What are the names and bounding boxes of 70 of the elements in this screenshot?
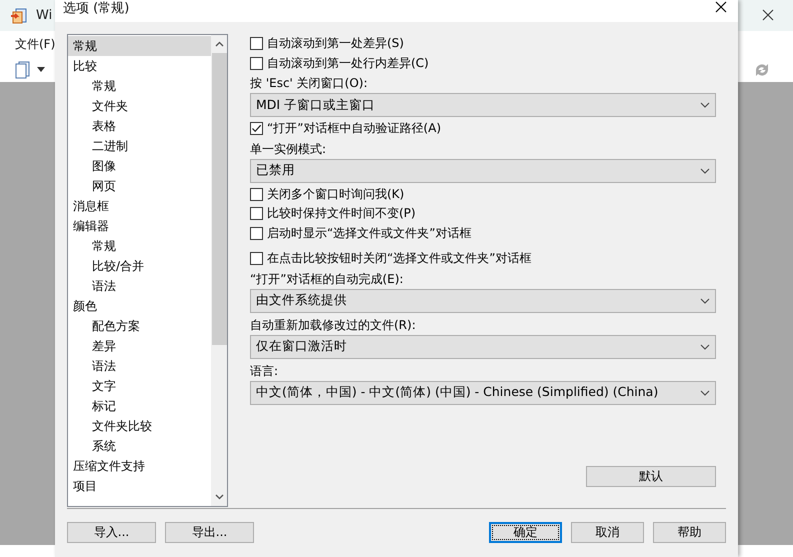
checkbox[interactable] — [250, 207, 263, 220]
chevron-down-icon — [700, 390, 710, 396]
checkbox-label[interactable]: “打开”对话框中自动验证路径(A) — [267, 120, 442, 138]
tree-item[interactable]: 消息框 — [68, 196, 211, 216]
close-icon[interactable] — [762, 9, 774, 21]
tree-item[interactable]: 网页 — [68, 176, 211, 196]
tree-item[interactable]: 二进制 — [68, 136, 211, 156]
tree-item[interactable]: 系统 — [68, 436, 211, 456]
scroll-down-icon[interactable] — [214, 494, 224, 500]
dropdown[interactable]: 已禁用 — [250, 158, 716, 182]
tree-item[interactable]: 文件夹 — [68, 96, 211, 116]
tree-item[interactable]: 图像 — [68, 156, 211, 176]
dropdown[interactable]: MDI 子窗口或主窗口 — [250, 93, 716, 117]
default-button[interactable]: 默认 — [586, 466, 716, 487]
chevron-down-icon — [700, 298, 710, 304]
app-icon — [10, 6, 28, 24]
dialog-button[interactable]: 确定 — [489, 522, 562, 543]
chevron-down-icon — [700, 344, 710, 350]
scroll-up-icon[interactable] — [214, 41, 224, 47]
dropdown-icon[interactable] — [37, 67, 45, 72]
close-icon[interactable] — [715, 1, 727, 13]
checkbox-label[interactable]: 在点击比较按钮时关闭“选择文件或文件夹”对话框 — [267, 250, 532, 268]
tree-item[interactable]: 标记 — [68, 396, 211, 416]
checkbox-label[interactable]: 启动时显示“选择文件或文件夹”对话框 — [267, 224, 472, 242]
field-label: 按 'Esc' 关闭窗口(O): — [250, 75, 369, 92]
field-label: 语言: — [250, 362, 280, 380]
menu-item[interactable]: 文件(F) — [15, 36, 56, 52]
dropdown[interactable]: 仅在窗口激活时 — [250, 334, 716, 358]
field-label: 自动重新加载修改过的文件(R): — [250, 316, 417, 334]
app-title: Wi — [36, 8, 52, 23]
dropdown[interactable]: 中文(简体，中国) - 中文(简体) (中国) - Chinese (Simplified) (China) — [250, 380, 716, 404]
tree-item[interactable]: 比较 — [68, 56, 211, 76]
tree-item[interactable]: 语法 — [68, 356, 211, 376]
tree-item[interactable]: 常规 — [68, 36, 211, 56]
chevron-down-icon — [700, 168, 710, 174]
field-label: 单一实例模式: — [250, 140, 328, 158]
checkbox-label[interactable]: 自动滚动到第一处行内差异(C) — [267, 54, 429, 72]
checkbox-label[interactable]: 自动滚动到第一处差异(S) — [267, 35, 404, 52]
dialog-button[interactable]: 取消 — [571, 522, 644, 543]
checkbox[interactable] — [250, 226, 263, 240]
dropdown[interactable]: 由文件系统提供 — [250, 288, 716, 312]
field-label: “打开”对话框的自动完成(E): — [250, 270, 404, 288]
tree-item[interactable]: 编辑器 — [68, 216, 211, 236]
dialog-button[interactable]: 帮助 — [653, 522, 726, 543]
tree-item[interactable]: 颜色 — [68, 296, 211, 316]
dialog-title: 选项 (常规) — [63, 0, 130, 17]
tree-item[interactable]: 文字 — [68, 376, 211, 396]
tree-item[interactable]: 常规 — [68, 76, 211, 96]
tree-item[interactable]: 语法 — [68, 276, 211, 296]
tree-item[interactable]: 比较/合并 — [68, 256, 211, 276]
tree-item[interactable]: 差异 — [68, 336, 211, 356]
tree-item[interactable]: 文件夹比较 — [68, 416, 211, 436]
dialog-button[interactable]: 导出... — [165, 522, 254, 543]
tree-item[interactable]: 常规 — [68, 236, 211, 256]
checkbox-label[interactable]: 关闭多个窗口时询问我(K) — [267, 186, 404, 203]
checkbox[interactable] — [250, 122, 263, 136]
chevron-down-icon — [700, 102, 710, 108]
document-icon[interactable] — [15, 60, 31, 78]
tree-item[interactable]: 表格 — [68, 116, 211, 136]
dialog-button[interactable]: 导入... — [67, 522, 156, 543]
scrollbar[interactable] — [211, 35, 227, 506]
checkbox[interactable] — [250, 188, 263, 201]
checkbox[interactable] — [250, 56, 263, 70]
checkbox-label[interactable]: 比较时保持文件时间不变(P) — [267, 205, 416, 222]
tree-item[interactable]: 配色方案 — [68, 316, 211, 336]
checkbox[interactable] — [250, 37, 263, 50]
tree-item[interactable]: 项目 — [68, 476, 211, 496]
scroll-thumb[interactable] — [212, 53, 226, 345]
tree-item[interactable]: 压缩文件支持 — [68, 456, 211, 476]
checkbox[interactable] — [250, 252, 263, 266]
